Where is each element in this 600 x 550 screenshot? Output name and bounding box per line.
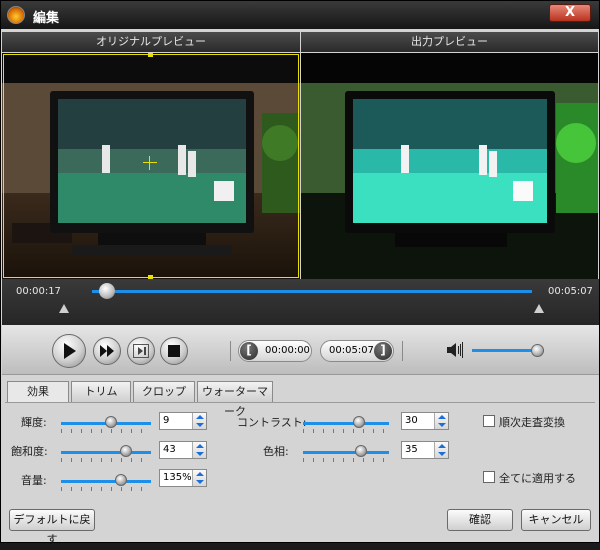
total-time: 00:05:07 bbox=[548, 286, 593, 297]
app-logo-icon bbox=[7, 6, 25, 24]
end-time-pill: 00:05:07 ] bbox=[320, 340, 394, 362]
output-video-frame bbox=[301, 53, 598, 279]
set-start-button[interactable]: [ bbox=[240, 342, 258, 360]
brightness-spinner[interactable]: 9 bbox=[159, 412, 207, 430]
deinterlace-checkbox[interactable] bbox=[483, 415, 495, 427]
apply-all-checkbox[interactable] bbox=[483, 471, 495, 483]
crosshair-icon bbox=[143, 156, 157, 170]
saturation-knob[interactable] bbox=[119, 445, 132, 457]
set-end-button[interactable]: ] bbox=[374, 342, 392, 360]
edit-window: 編集 X オリジナルプレビュー 出力プレビュー 00:00:17 00:05:0… bbox=[0, 0, 600, 546]
crop-handle-top[interactable] bbox=[148, 53, 153, 57]
hue-slider[interactable] bbox=[303, 445, 389, 462]
saturation-slider[interactable] bbox=[61, 445, 151, 462]
hue-value: 35 bbox=[405, 444, 418, 455]
contrast-knob[interactable] bbox=[352, 416, 365, 428]
contrast-label: コントラスト: bbox=[237, 416, 307, 429]
seek-handle[interactable] bbox=[99, 283, 116, 299]
spin-arrows-icon[interactable] bbox=[434, 413, 448, 429]
tab-watermark[interactable]: ウォーターマーク bbox=[197, 381, 273, 418]
audio-volume-knob[interactable] bbox=[115, 474, 128, 486]
cancel-button[interactable]: キャンセル bbox=[521, 509, 591, 531]
effects-panel: 輝度: 9 飽和度: 43 音量: 135% コントラスト: 30 色相: 35… bbox=[5, 402, 595, 498]
brightness-slider[interactable] bbox=[61, 416, 151, 433]
playback-controls: [ 00:00:00 00:05:07 ] bbox=[2, 325, 599, 375]
original-preview-header: オリジナルプレビュー bbox=[2, 32, 300, 52]
trim-start-marker[interactable] bbox=[59, 304, 69, 313]
volume-icon[interactable] bbox=[446, 342, 464, 358]
divider bbox=[402, 341, 403, 361]
brightness-knob[interactable] bbox=[104, 416, 117, 428]
hue-knob[interactable] bbox=[354, 445, 367, 457]
close-button[interactable]: X bbox=[549, 4, 591, 22]
timeline-bar: 00:00:17 00:05:07 bbox=[2, 279, 599, 325]
saturation-label: 飽和度: bbox=[11, 445, 48, 458]
next-frame-button[interactable] bbox=[127, 337, 155, 365]
trim-end-marker[interactable] bbox=[534, 304, 544, 313]
fast-forward-button[interactable] bbox=[93, 337, 121, 365]
volume-handle[interactable] bbox=[530, 344, 544, 357]
stop-icon bbox=[168, 345, 180, 357]
fast-forward-icon bbox=[100, 345, 114, 357]
spin-arrows-icon[interactable] bbox=[192, 470, 206, 486]
deinterlace-label: 順次走査変換 bbox=[499, 416, 565, 429]
stop-button[interactable] bbox=[160, 337, 188, 365]
spin-arrows-icon[interactable] bbox=[192, 442, 206, 458]
end-time: 00:05:07 bbox=[329, 345, 374, 356]
window-title: 編集 bbox=[33, 11, 60, 26]
volume-label: 音量: bbox=[21, 474, 47, 487]
tab-crop[interactable]: クロップ bbox=[133, 381, 195, 402]
start-time: 00:00:00 bbox=[265, 345, 310, 356]
contrast-slider[interactable] bbox=[303, 416, 389, 433]
crop-handle-bottom[interactable] bbox=[148, 275, 153, 279]
divider bbox=[230, 341, 231, 361]
brightness-label: 輝度: bbox=[21, 416, 47, 429]
audio-volume-slider[interactable] bbox=[61, 474, 151, 491]
apply-all-label: 全てに適用する bbox=[499, 472, 576, 485]
hue-label: 色相: bbox=[263, 445, 289, 458]
hue-spinner[interactable]: 35 bbox=[401, 441, 449, 459]
spin-arrows-icon[interactable] bbox=[192, 413, 206, 429]
volume-spinner[interactable]: 135% bbox=[159, 469, 207, 487]
saturation-value: 43 bbox=[163, 444, 176, 455]
current-time: 00:00:17 bbox=[16, 286, 61, 297]
spin-arrows-icon[interactable] bbox=[434, 442, 448, 458]
saturation-spinner[interactable]: 43 bbox=[159, 441, 207, 459]
output-preview bbox=[301, 53, 598, 279]
contrast-value: 30 bbox=[405, 415, 418, 426]
output-preview-header: 出力プレビュー bbox=[301, 32, 598, 52]
title-bar: 編集 X bbox=[1, 1, 599, 29]
original-preview[interactable] bbox=[2, 53, 300, 279]
play-icon bbox=[64, 343, 76, 359]
next-frame-icon bbox=[133, 344, 149, 358]
tab-effects[interactable]: 効果 bbox=[7, 381, 69, 403]
tab-trim[interactable]: トリム bbox=[71, 381, 131, 402]
volume-value: 135% bbox=[163, 472, 192, 483]
start-time-pill: [ 00:00:00 bbox=[238, 340, 312, 362]
seek-track[interactable] bbox=[92, 290, 532, 293]
ok-button[interactable]: 確認 bbox=[447, 509, 513, 531]
reset-defaults-button[interactable]: デフォルトに戻す bbox=[9, 509, 95, 546]
brightness-value: 9 bbox=[163, 415, 170, 426]
play-button[interactable] bbox=[52, 334, 86, 368]
contrast-spinner[interactable]: 30 bbox=[401, 412, 449, 430]
